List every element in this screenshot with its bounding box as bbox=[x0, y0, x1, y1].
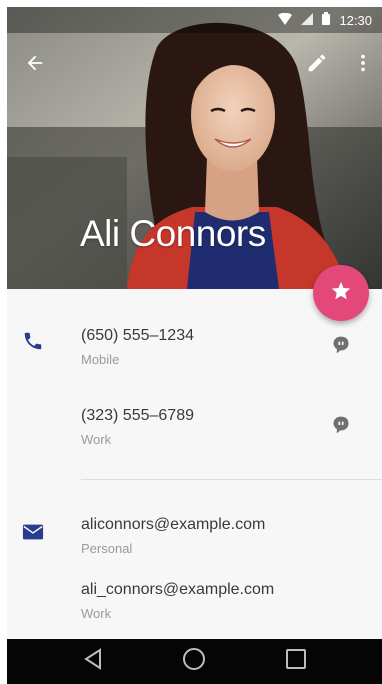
signal-icon bbox=[301, 12, 314, 28]
nav-back-button[interactable] bbox=[73, 642, 113, 682]
status-bar: 12:30 bbox=[7, 7, 382, 33]
phone-type: Mobile bbox=[81, 352, 120, 367]
nav-home-button[interactable] bbox=[174, 642, 214, 682]
status-time: 12:30 bbox=[339, 12, 372, 28]
phone-number: (650) 555–1234 bbox=[81, 327, 194, 344]
home-circle-icon bbox=[182, 647, 206, 676]
contact-screen: 12:30 Ali Connors (650) 555–1234 Mobile bbox=[7, 7, 382, 684]
phone-type: Work bbox=[81, 432, 112, 447]
nav-recents-button[interactable] bbox=[276, 642, 316, 682]
more-vert-icon bbox=[352, 52, 374, 79]
favorite-button[interactable] bbox=[313, 265, 369, 321]
email-row[interactable]: ali_connors@example.com Work bbox=[7, 559, 382, 635]
back-button[interactable] bbox=[19, 49, 51, 81]
edit-button[interactable] bbox=[301, 49, 333, 81]
message-icon[interactable] bbox=[329, 333, 353, 357]
pencil-icon bbox=[306, 52, 328, 79]
battery-icon bbox=[322, 12, 331, 28]
message-icon[interactable] bbox=[329, 413, 353, 437]
recents-square-icon bbox=[285, 648, 307, 675]
phone-row[interactable]: (323) 555–6789 Work bbox=[7, 399, 382, 475]
star-icon bbox=[330, 280, 352, 307]
arrow-back-icon bbox=[24, 52, 46, 79]
phone-icon bbox=[21, 329, 45, 353]
email-type: Work bbox=[81, 606, 112, 621]
email-type: Personal bbox=[81, 541, 133, 556]
email-address: aliconnors@example.com bbox=[81, 516, 266, 533]
contact-name: Ali Connors bbox=[80, 213, 266, 254]
contact-details-list: (650) 555–1234 Mobile (323) 555–6789 Wor… bbox=[7, 289, 382, 639]
back-triangle-icon bbox=[82, 648, 104, 675]
email-address: ali_connors@example.com bbox=[81, 581, 275, 598]
more-options-button[interactable] bbox=[347, 49, 379, 81]
phone-number: (323) 555–6789 bbox=[81, 407, 194, 424]
phone-row[interactable]: (650) 555–1234 Mobile bbox=[7, 319, 382, 395]
divider bbox=[81, 479, 382, 480]
wifi-icon bbox=[278, 12, 293, 28]
email-icon bbox=[21, 520, 45, 544]
system-nav-bar bbox=[7, 639, 382, 684]
